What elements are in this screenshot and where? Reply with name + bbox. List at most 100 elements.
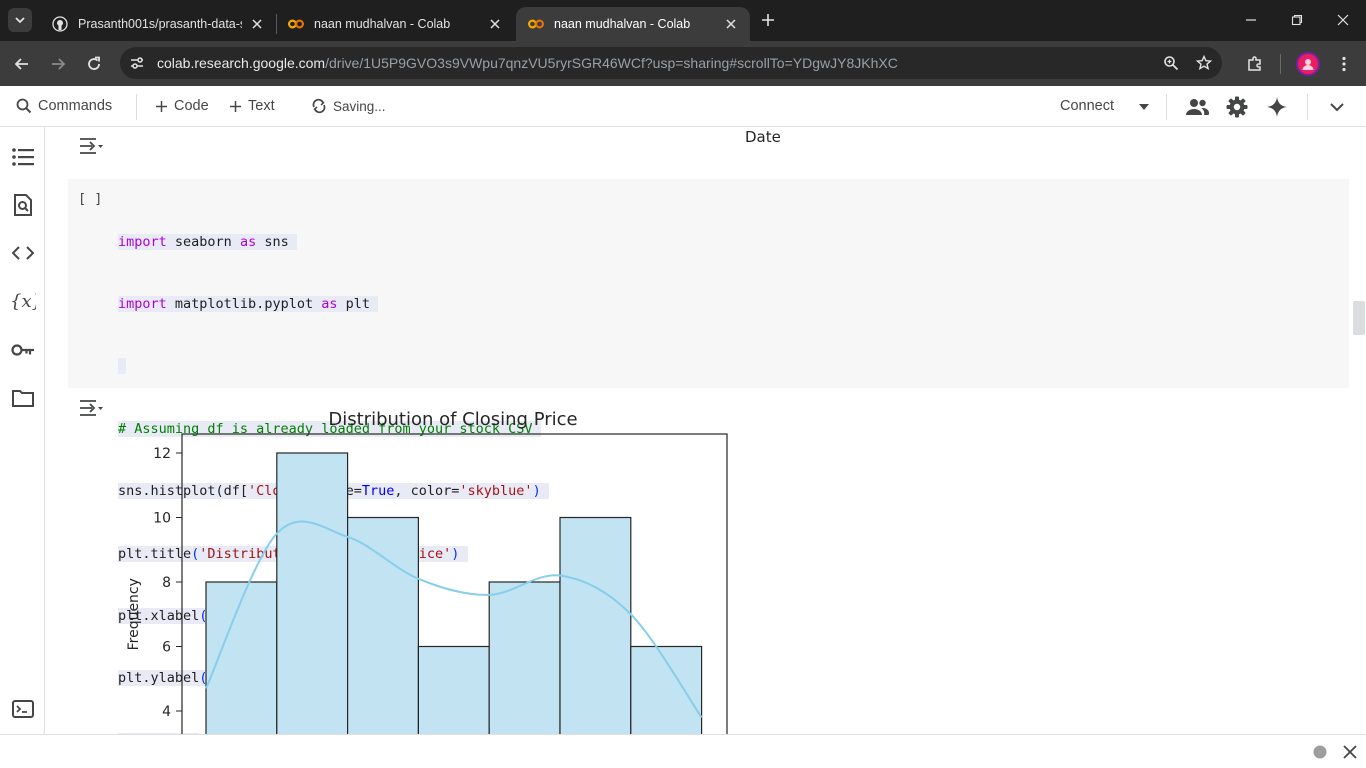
- terminal-icon[interactable]: [10, 696, 36, 722]
- left-sidebar: {x}: [0, 127, 45, 734]
- minimize-icon: [1246, 19, 1256, 21]
- histogram-bar: [417, 645, 490, 734]
- puzzle-icon: [1248, 56, 1261, 71]
- back-button[interactable]: [10, 52, 34, 76]
- toolbar-divider: [1307, 94, 1308, 120]
- browser-tab-strip: Prasanth001s/prasanth-data-sc naan mudha…: [0, 0, 1366, 41]
- gear-icon: [1226, 96, 1248, 118]
- connect-label: Connect: [1060, 98, 1115, 114]
- site-settings-icon[interactable]: [128, 54, 146, 72]
- plus-icon: [156, 100, 167, 112]
- y-tick-label: 10: [153, 511, 171, 527]
- share-people-button[interactable]: [1185, 95, 1209, 119]
- settings-button[interactable]: [1225, 95, 1249, 119]
- plus-icon: [230, 100, 241, 112]
- code-snippets-icon[interactable]: [10, 240, 36, 266]
- chevron-down-icon: [15, 17, 25, 24]
- avatar-icon: [1302, 59, 1314, 70]
- close-icon[interactable]: [722, 15, 740, 33]
- caret-down-icon: [1139, 104, 1149, 110]
- status-dot-icon: [1311, 743, 1329, 761]
- add-text-label: Text: [248, 98, 275, 114]
- variables-icon[interactable]: {x}: [10, 288, 36, 314]
- minimize-button[interactable]: [1241, 10, 1261, 30]
- folder-icon[interactable]: [10, 385, 36, 411]
- colab-icon: [288, 16, 304, 32]
- reload-button[interactable]: [82, 52, 106, 76]
- window-close-button[interactable]: [1333, 10, 1353, 30]
- find-replace-icon[interactable]: [10, 192, 36, 218]
- histogram-chart: Distribution of Closing Price 12 10 8 6 4 Fr…: [126, 409, 728, 734]
- gemini-button[interactable]: [1265, 95, 1289, 119]
- close-icon[interactable]: [248, 15, 266, 33]
- output-toggle-button[interactable]: [78, 136, 104, 156]
- browser-tab-colab-active[interactable]: naan mudhalvan - Colab: [516, 7, 750, 41]
- zoom-icon[interactable]: [1161, 53, 1181, 73]
- restore-icon: [1291, 14, 1303, 26]
- scrollbar-thumb[interactable]: [1353, 301, 1365, 335]
- y-tick-label: 12: [153, 446, 171, 462]
- y-tick-label: 4: [162, 704, 171, 720]
- reload-icon: [88, 56, 100, 70]
- connect-dropdown[interactable]: [1132, 95, 1156, 119]
- histogram-bar: [559, 516, 632, 734]
- y-tick-label: 6: [162, 640, 171, 656]
- save-status: Saving...: [311, 86, 386, 126]
- y-axis-label: Frequency: [126, 578, 142, 650]
- previous-output-xlabel: Date: [745, 128, 781, 146]
- browser-tab-github[interactable]: Prasanth001s/prasanth-data-sc: [40, 7, 276, 41]
- code-line: import matplotlib.pyplot as plt: [118, 295, 379, 312]
- secrets-key-icon[interactable]: [10, 337, 36, 363]
- close-icon[interactable]: [486, 15, 504, 33]
- colab-toolbar: Commands Code Text Saving... Connect: [0, 86, 1366, 127]
- table-of-contents-icon[interactable]: [10, 144, 36, 170]
- tab-search-button[interactable]: [8, 8, 32, 32]
- output-toggle-button[interactable]: [78, 398, 104, 418]
- notebook-area: Date [ ] import seaborn as sns import ma…: [45, 127, 1366, 734]
- extensions-button[interactable]: [1243, 52, 1267, 76]
- code-cell[interactable]: [ ] import seaborn as sns import matplot…: [68, 179, 1349, 734]
- close-icon[interactable]: [1341, 743, 1359, 761]
- histogram-bar: [205, 581, 278, 734]
- people-icon: [1186, 99, 1209, 115]
- histogram-bar: [347, 516, 420, 734]
- more-vert-icon: [1342, 56, 1346, 72]
- collapse-header-button[interactable]: [1325, 95, 1349, 119]
- cell-run-indicator[interactable]: [ ]: [78, 191, 102, 207]
- connect-button[interactable]: Connect: [1060, 86, 1114, 126]
- browser-tab-colab-1[interactable]: naan mudhalvan - Colab: [276, 7, 514, 41]
- browser-menu-button[interactable]: [1332, 52, 1356, 76]
- code-line: [118, 356, 549, 377]
- plus-icon: [762, 14, 774, 26]
- output-collapse-icon: [80, 400, 103, 416]
- svg-text:{x}: {x}: [10, 291, 36, 312]
- commands-label: Commands: [38, 98, 113, 114]
- chart-title: Distribution of Closing Price: [328, 409, 577, 430]
- address-bar[interactable]: colab.research.google.com/drive/1U5P9GVO…: [120, 47, 1222, 79]
- add-text-button[interactable]: Text: [229, 86, 275, 126]
- forward-button[interactable]: [46, 52, 70, 76]
- url-path: /drive/1U5P9GVO3s9VWpu7qnzVU5ryrSGR46WCf…: [325, 55, 898, 71]
- new-tab-button[interactable]: [758, 10, 778, 30]
- sparkle-icon: [1267, 97, 1287, 117]
- commands-button[interactable]: Commands: [16, 86, 112, 126]
- profile-avatar[interactable]: [1296, 52, 1320, 76]
- toolbar-divider: [136, 94, 137, 120]
- github-icon: [52, 16, 68, 32]
- browser-toolbar: colab.research.google.com/drive/1U5P9GVO…: [0, 41, 1366, 86]
- url-text[interactable]: colab.research.google.com/drive/1U5P9GVO…: [157, 55, 898, 71]
- sync-icon: [312, 98, 326, 114]
- histogram-bar: [276, 452, 349, 734]
- y-tick-label: 8: [162, 575, 171, 591]
- bookmark-star-icon[interactable]: [1194, 53, 1214, 73]
- histogram-bar: [630, 645, 703, 734]
- add-code-button[interactable]: Code: [155, 86, 209, 126]
- restore-button[interactable]: [1287, 10, 1307, 30]
- tab-title: Prasanth001s/prasanth-data-sc: [78, 17, 242, 31]
- save-status-label: Saving...: [333, 98, 386, 114]
- url-host: colab.research.google.com: [157, 55, 326, 71]
- code-line: import seaborn as sns: [118, 233, 297, 250]
- add-code-label: Code: [174, 98, 209, 114]
- chevron-down-icon: [1330, 102, 1344, 111]
- close-icon: [1337, 14, 1349, 26]
